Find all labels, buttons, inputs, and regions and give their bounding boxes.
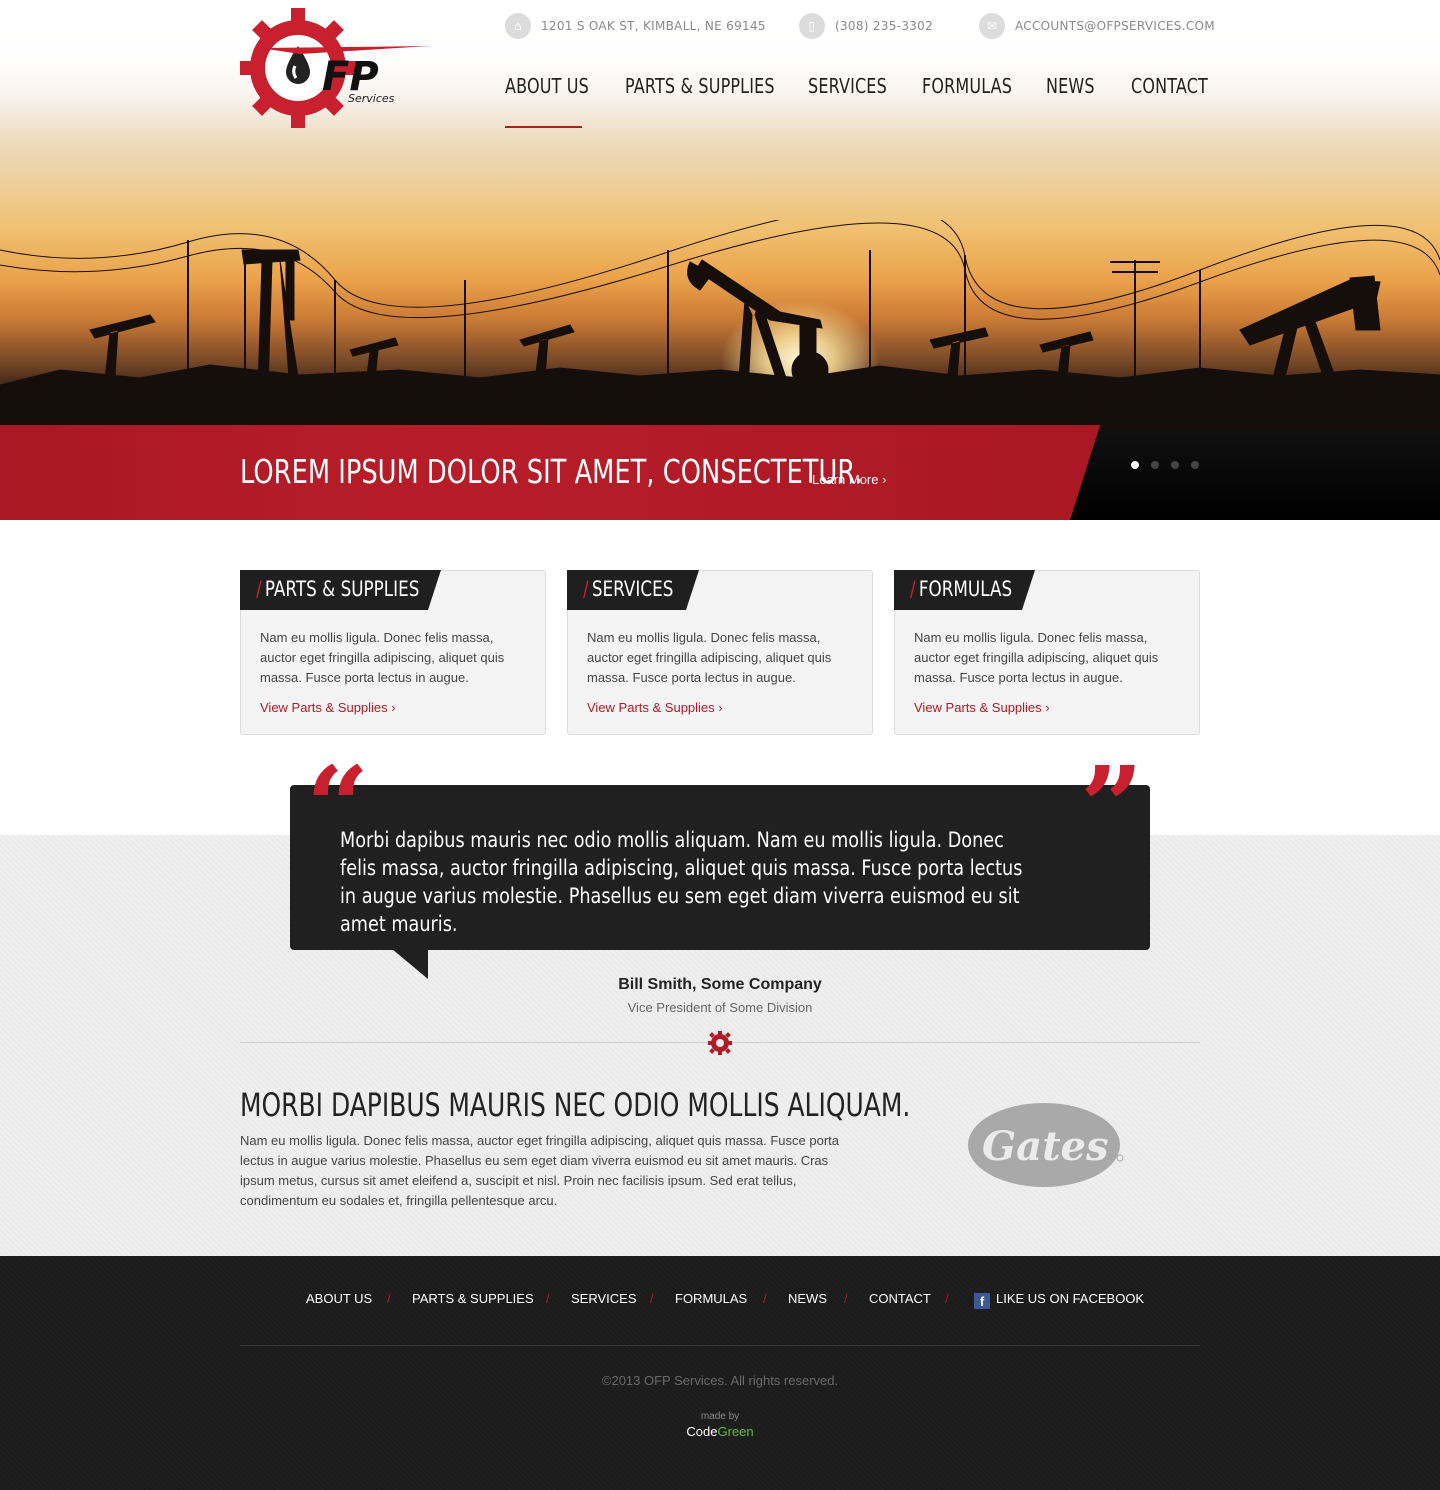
made-by-label: made by <box>700 1411 740 1422</box>
footer-link-parts-supplies[interactable]: PARTS & SUPPLIES <box>412 1291 534 1306</box>
testimonial-author: Bill Smith, Some Company <box>618 976 822 993</box>
nav-news[interactable]: NEWS <box>1046 74 1095 98</box>
footer-separator: / <box>763 1291 767 1306</box>
phone[interactable]: ▯ (308) 235-3302 <box>799 12 933 40</box>
slider-dot[interactable] <box>1131 461 1139 469</box>
footer-separator: / <box>650 1291 654 1306</box>
view-parts-link[interactable]: View Parts & Supplies › <box>587 700 723 715</box>
ofp-logo[interactable]: FP Services <box>240 8 430 128</box>
slider-dot[interactable] <box>1151 461 1159 469</box>
footer-link-news[interactable]: NEWS <box>788 1291 827 1306</box>
feature-box-formulas: / FORMULAS Nam eu mollis ligula. Donec fe… <box>894 570 1200 735</box>
nav-active-indicator <box>505 126 582 128</box>
nav-formulas[interactable]: FORMULAS <box>922 74 1012 98</box>
nav-about-us[interactable]: ABOUT US <box>505 74 589 98</box>
feature-box-text: Nam eu mollis ligula. Donec felis massa,… <box>587 630 832 685</box>
main-nav: ABOUT US PARTS & SUPPLIES SERVICES FORMU… <box>505 72 1208 128</box>
feature-box-title: / PARTS & SUPPLIES <box>256 577 420 601</box>
email[interactable]: ✉ ACCOUNTS@OFPSERVICES.COM <box>979 12 1215 40</box>
gear-icon <box>707 1030 733 1056</box>
about-heading: MORBI DAPIBUS MAURIS NEC ODIO MOLLIS ALI… <box>240 1086 911 1124</box>
about-text: Nam eu mollis ligula. Donec felis massa,… <box>240 1133 840 1208</box>
footer-link-services[interactable]: SERVICES <box>571 1291 637 1306</box>
nav-contact[interactable]: CONTACT <box>1131 74 1208 98</box>
logo-services-text: Services <box>348 92 395 105</box>
feature-box-title: / FORMULAS <box>910 577 1013 601</box>
oilfield-silhouette <box>0 220 1440 430</box>
slider-dot[interactable] <box>1191 461 1199 469</box>
hero-title: LOREM IPSUM DOLOR SIT AMET, CONSECTETUR. <box>240 452 863 491</box>
footer-link-formulas[interactable]: FORMULAS <box>675 1291 747 1306</box>
phone-text[interactable]: (308) 235-3302 <box>835 19 933 33</box>
feature-box-tab: / FORMULAS <box>894 570 1035 610</box>
address: ⌂ 1201 S OAK ST, KIMBALL, NE 69145 <box>505 12 766 40</box>
gates-logo: Gates <box>968 1103 1124 1187</box>
home-icon: ⌂ <box>505 13 531 39</box>
testimonial-role: Vice President of Some Division <box>627 1000 813 1015</box>
feature-box-text: Nam eu mollis ligula. Donec felis massa,… <box>914 630 1159 685</box>
email-text[interactable]: ACCOUNTS@OFPSERVICES.COM <box>1015 19 1215 33</box>
footer-divider <box>240 1345 1200 1346</box>
copyright: ©2013 OFP Services. All rights reserved. <box>601 1373 839 1388</box>
footer-separator: / <box>546 1291 550 1306</box>
gates-logo-text: Gates <box>982 1123 1109 1170</box>
footer-link-contact[interactable]: CONTACT <box>869 1291 931 1306</box>
codegreen-credit[interactable]: CodeGreen <box>0 1424 1440 1439</box>
testimonial-quote: Morbi dapibus mauris nec odio mollis ali… <box>340 828 1023 936</box>
footer-nav: ABOUT US / PARTS & SUPPLIES / SERVICES /… <box>0 1291 1440 1311</box>
footer-separator: / <box>844 1291 848 1306</box>
footer-separator: / <box>387 1291 391 1306</box>
feature-box-tab: / SERVICES <box>567 570 699 610</box>
slider-dot[interactable] <box>1171 461 1179 469</box>
phone-icon: ▯ <box>799 13 825 39</box>
footer-link-facebook[interactable]: f LIKE US ON FACEBOOK <box>974 1291 1144 1309</box>
contact-bar: ⌂ 1201 S OAK ST, KIMBALL, NE 69145 ▯ (30… <box>505 12 1215 40</box>
feature-box-parts: / PARTS & SUPPLIES Nam eu mollis ligula. … <box>240 570 546 735</box>
slider-dots <box>1131 461 1199 469</box>
close-quote-icon: ” <box>1080 742 1144 871</box>
footer-link-about-us[interactable]: ABOUT US <box>306 1291 372 1306</box>
view-parts-link[interactable]: View Parts & Supplies › <box>260 700 396 715</box>
view-parts-link[interactable]: View Parts & Supplies › <box>914 700 1050 715</box>
address-text: 1201 S OAK ST, KIMBALL, NE 69145 <box>541 19 766 33</box>
envelope-icon: ✉ <box>979 13 1005 39</box>
learn-more-link[interactable]: Learn More › <box>812 472 886 487</box>
nav-parts-supplies[interactable]: PARTS & SUPPLIES <box>625 74 775 98</box>
facebook-icon: f <box>974 1293 990 1309</box>
feature-box-services: / SERVICES Nam eu mollis ligula. Donec fe… <box>567 570 873 735</box>
feature-box-text: Nam eu mollis ligula. Donec felis massa,… <box>260 630 505 685</box>
nav-services[interactable]: SERVICES <box>808 74 887 98</box>
footer-separator: / <box>945 1291 949 1306</box>
feature-box-tab: / PARTS & SUPPLIES <box>240 570 441 610</box>
feature-box-title: / SERVICES <box>583 577 674 601</box>
